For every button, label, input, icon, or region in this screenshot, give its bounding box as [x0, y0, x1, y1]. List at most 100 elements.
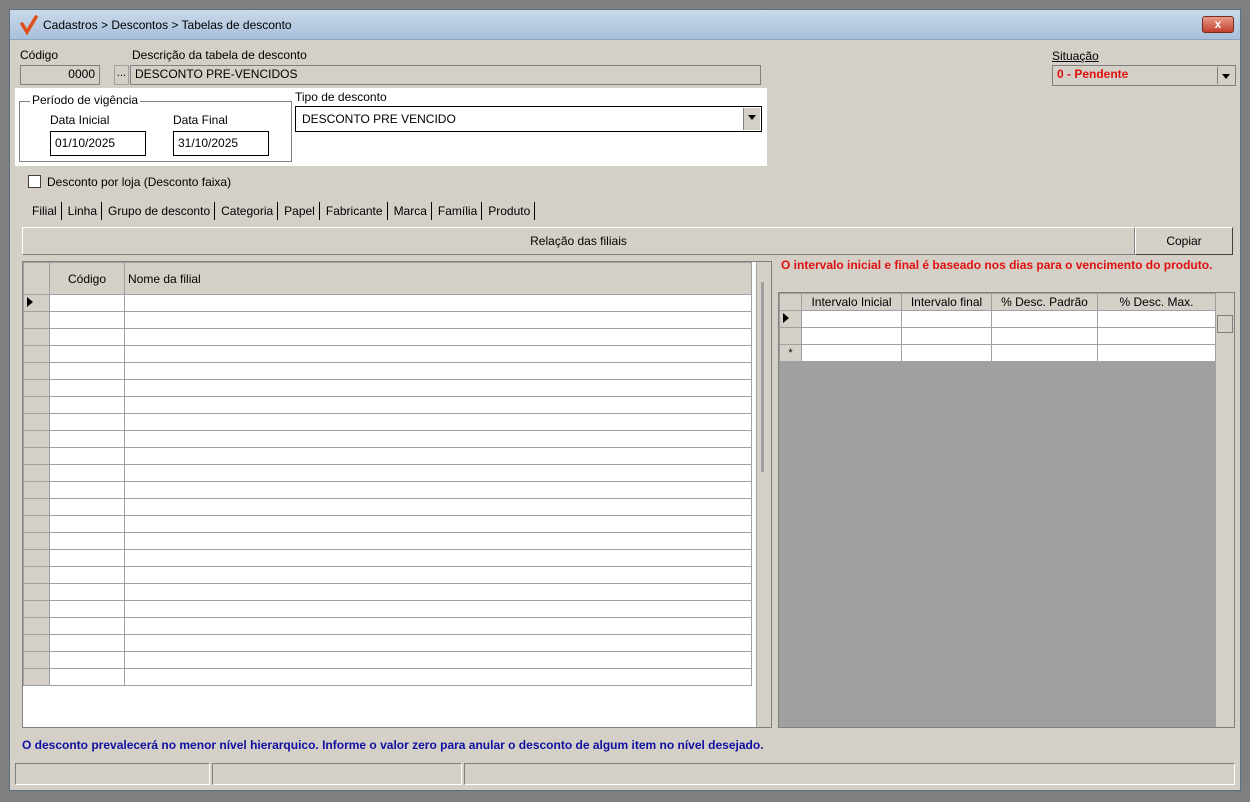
row-selector[interactable]	[23, 549, 50, 567]
table-row[interactable]	[23, 447, 752, 465]
cell[interactable]	[49, 413, 125, 431]
tab-grupo-de-desconto[interactable]: Grupo de desconto	[104, 202, 216, 220]
table-row[interactable]	[23, 532, 752, 550]
table-row[interactable]	[23, 396, 752, 414]
cell[interactable]	[124, 396, 752, 414]
tab-produto[interactable]: Produto	[484, 202, 536, 220]
table-row[interactable]	[23, 413, 752, 431]
intervalos-scrollbar[interactable]	[1215, 293, 1234, 727]
column-header-codigo[interactable]: Código	[49, 262, 125, 295]
table-row[interactable]	[779, 327, 1216, 345]
codigo-field[interactable]: 0000	[20, 65, 100, 85]
cell[interactable]	[1097, 344, 1216, 362]
row-selector[interactable]	[23, 413, 50, 431]
cell[interactable]	[49, 379, 125, 397]
cell[interactable]	[49, 311, 125, 329]
row-selector[interactable]	[23, 379, 50, 397]
column-header-intervalo-final[interactable]: Intervalo final	[901, 293, 992, 311]
row-selector[interactable]	[23, 532, 50, 550]
table-row[interactable]	[23, 311, 752, 329]
table-row[interactable]	[23, 430, 752, 448]
cell[interactable]	[991, 310, 1098, 328]
table-row[interactable]	[23, 549, 752, 567]
row-selector[interactable]	[23, 328, 50, 346]
cell[interactable]	[49, 345, 125, 363]
cell[interactable]	[124, 447, 752, 465]
intervalos-grid[interactable]: Intervalo Inicial Intervalo final % Desc…	[778, 292, 1235, 728]
row-selector[interactable]	[779, 327, 802, 345]
row-selector[interactable]	[23, 430, 50, 448]
cell[interactable]	[124, 668, 752, 686]
cell[interactable]	[49, 362, 125, 380]
row-selector[interactable]	[23, 600, 50, 618]
codigo-lookup-button[interactable]: ...	[114, 65, 129, 85]
cell[interactable]	[124, 600, 752, 618]
cell[interactable]	[124, 379, 752, 397]
cell[interactable]	[124, 498, 752, 516]
cell[interactable]	[124, 549, 752, 567]
cell[interactable]	[124, 617, 752, 635]
cell[interactable]	[49, 600, 125, 618]
cell[interactable]	[124, 345, 752, 363]
cell[interactable]	[991, 344, 1098, 362]
row-selector[interactable]	[23, 651, 50, 669]
cell[interactable]	[49, 583, 125, 601]
column-header-desc-padrao[interactable]: % Desc. Padrão	[991, 293, 1098, 311]
situacao-select[interactable]: 0 - Pendente	[1052, 65, 1236, 86]
table-row[interactable]: *	[779, 344, 1216, 362]
cell[interactable]	[801, 327, 902, 345]
table-row[interactable]	[23, 481, 752, 499]
cell[interactable]	[901, 327, 992, 345]
cell[interactable]	[124, 481, 752, 499]
cell[interactable]	[49, 617, 125, 635]
filiais-scrollbar[interactable]	[756, 262, 771, 727]
cell[interactable]	[49, 566, 125, 584]
cell[interactable]	[124, 515, 752, 533]
cell[interactable]	[124, 328, 752, 346]
table-row[interactable]	[23, 600, 752, 618]
tab-linha[interactable]: Linha	[64, 202, 103, 220]
cell[interactable]	[49, 532, 125, 550]
cell[interactable]	[801, 310, 902, 328]
cell[interactable]	[49, 515, 125, 533]
cell[interactable]	[124, 464, 752, 482]
table-row[interactable]	[779, 310, 1216, 328]
table-row[interactable]	[23, 498, 752, 516]
data-inicial-input[interactable]: 01/10/2025	[50, 131, 146, 156]
cell[interactable]	[49, 498, 125, 516]
row-selector[interactable]	[23, 515, 50, 533]
cell[interactable]	[49, 549, 125, 567]
cell[interactable]	[1097, 310, 1216, 328]
cell[interactable]	[49, 430, 125, 448]
copiar-button[interactable]: Copiar	[1135, 227, 1233, 255]
tab-fabricante[interactable]: Fabricante	[322, 202, 388, 220]
cell[interactable]	[49, 464, 125, 482]
cell[interactable]	[124, 311, 752, 329]
filiais-grid[interactable]: Código Nome da filial	[22, 261, 772, 728]
cell[interactable]	[124, 566, 752, 584]
tipo-desconto-select[interactable]: DESCONTO PRE VENCIDO	[295, 106, 762, 132]
row-selector[interactable]	[23, 396, 50, 414]
descricao-field[interactable]: DESCONTO PRE-VENCIDOS	[130, 65, 761, 85]
column-header-nome-filial[interactable]: Nome da filial	[124, 262, 752, 295]
row-selector[interactable]	[23, 668, 50, 686]
cell[interactable]	[49, 481, 125, 499]
cell[interactable]	[1097, 327, 1216, 345]
cell[interactable]	[124, 294, 752, 312]
scrollbar-thumb[interactable]	[761, 282, 764, 472]
cell[interactable]	[49, 396, 125, 414]
table-row[interactable]	[23, 362, 752, 380]
table-row[interactable]	[23, 634, 752, 652]
row-selector[interactable]	[23, 481, 50, 499]
cell[interactable]	[991, 327, 1098, 345]
row-selector[interactable]	[23, 634, 50, 652]
row-selector[interactable]	[23, 498, 50, 516]
cell[interactable]	[49, 328, 125, 346]
cell[interactable]	[901, 310, 992, 328]
tab-categoria[interactable]: Categoria	[217, 202, 279, 220]
cell[interactable]	[49, 668, 125, 686]
row-selector[interactable]	[23, 583, 50, 601]
cell[interactable]	[124, 430, 752, 448]
row-selector[interactable]	[23, 464, 50, 482]
cell[interactable]	[124, 413, 752, 431]
